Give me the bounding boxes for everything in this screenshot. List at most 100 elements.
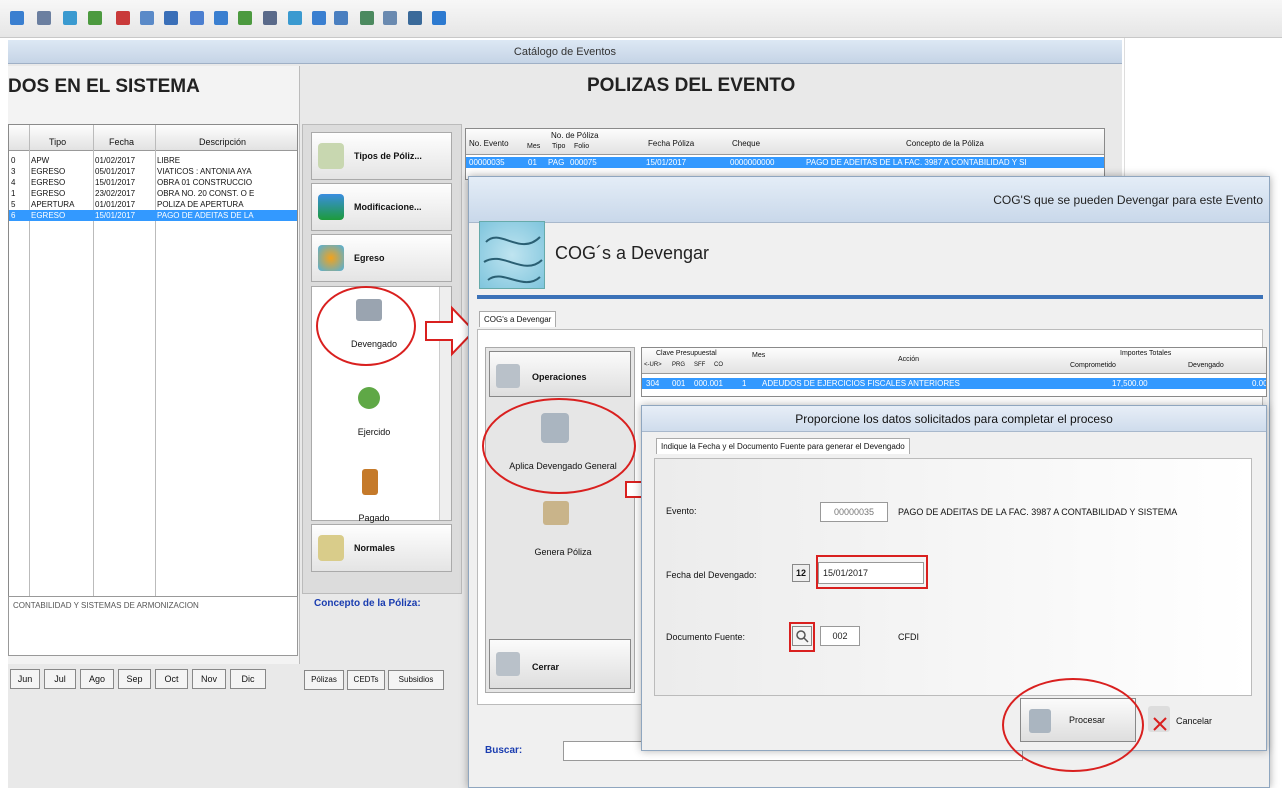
- poliza-row[interactable]: 00000035 01 PAG 000075 15/01/2017 000000…: [466, 157, 1104, 168]
- column-header-descripcion[interactable]: Descripción: [199, 137, 246, 147]
- evento-input[interactable]: [820, 502, 888, 522]
- month-tab-dic[interactable]: Dic: [230, 669, 266, 689]
- month-tab-ago[interactable]: Ago: [80, 669, 114, 689]
- info-icon[interactable]: [432, 11, 446, 25]
- tab-subsidios[interactable]: Subsidios: [388, 670, 444, 690]
- documento-fuente-label: Documento Fuente:: [666, 632, 746, 642]
- col-comprometido[interactable]: Comprometido: [1070, 362, 1116, 369]
- evento-label: Evento:: [666, 506, 697, 516]
- cursor-icon[interactable]: [263, 11, 277, 25]
- edit-icon[interactable]: [190, 11, 204, 25]
- colors-icon: [318, 245, 344, 271]
- list-icon[interactable]: [37, 11, 51, 25]
- event-row[interactable]: 5 APERTURA 01/01/2017 POLIZA DE APERTURA: [9, 199, 297, 210]
- refresh-icon[interactable]: [360, 11, 374, 25]
- col-importes[interactable]: Importes Totales: [1120, 350, 1171, 357]
- landscape-icon: [318, 194, 344, 220]
- leaf-icon[interactable]: [238, 11, 252, 25]
- month-tab-jun[interactable]: Jun: [10, 669, 40, 689]
- cogs-grid: Clave Presupuestal <-UR> PRG SFF CO Mes …: [641, 347, 1267, 397]
- grid-icon[interactable]: [10, 11, 24, 25]
- ejercido-label[interactable]: Ejercido: [312, 427, 436, 437]
- database-icon: [496, 364, 520, 388]
- event-row[interactable]: 3 EGRESO 05/01/2017 VIATICOS : ANTONIA AYA: [9, 166, 297, 177]
- tab-cedts[interactable]: CEDTs: [347, 670, 385, 690]
- modificaciones-button[interactable]: Modificacione...: [311, 183, 452, 231]
- polizas-title: POLIZAS DEL EVENTO: [587, 75, 796, 96]
- col-folio[interactable]: Folio: [574, 143, 589, 150]
- col-mes[interactable]: Mes: [752, 352, 765, 359]
- column-header-fecha[interactable]: Fecha: [109, 137, 134, 147]
- header-divider: [477, 295, 1263, 299]
- col-clave-presupuestal[interactable]: Clave Presupuestal: [656, 350, 717, 357]
- events-panel-title: DOS EN EL SISTEMA: [8, 76, 200, 97]
- bottle-icon[interactable]: [140, 11, 154, 25]
- event-row[interactable]: 6 EGRESO 15/01/2017 PAGO DE ADEITAS DE LA: [9, 210, 297, 221]
- genera-poliza-icon[interactable]: [543, 501, 569, 525]
- cogs-logo: [479, 221, 545, 289]
- fecha-devengado-label: Fecha del Devengado:: [666, 570, 757, 580]
- col-fecha-poliza[interactable]: Fecha Póliza: [648, 139, 694, 148]
- highlight-devengado: [316, 286, 416, 366]
- operaciones-button[interactable]: Operaciones: [489, 351, 631, 397]
- normales-button[interactable]: Normales: [311, 524, 452, 572]
- egreso-button[interactable]: Egreso: [311, 234, 452, 282]
- events-grid-header: Tipo Fecha Descripción: [9, 125, 297, 151]
- document-type: CFDI: [898, 632, 919, 642]
- cerrar-button[interactable]: Cerrar: [489, 639, 631, 689]
- event-description-box: CONTABILIDAD Y SISTEMAS DE ARMONIZACION: [8, 596, 298, 656]
- cogs-dialog-title: COG'S que se pueden Devengar para este E…: [469, 177, 1269, 223]
- col-accion[interactable]: Acción: [898, 356, 919, 363]
- doc2-icon[interactable]: [312, 11, 326, 25]
- col-no-poliza[interactable]: No. de Póliza: [551, 131, 599, 140]
- concepto-label: Concepto de la Póliza:: [314, 598, 421, 609]
- calendar-icon[interactable]: 12: [792, 564, 810, 582]
- cogs-header-label: COG´s a Devengar: [555, 243, 710, 263]
- event-row[interactable]: 0 APW 01/02/2017 LIBRE: [9, 155, 297, 166]
- copy-icon[interactable]: [383, 11, 397, 25]
- month-tab-jul[interactable]: Jul: [44, 669, 76, 689]
- window-title: Catálogo de Eventos: [8, 40, 1122, 64]
- table-icon[interactable]: [408, 11, 422, 25]
- tipos-poliza-button[interactable]: Tipos de Póliz...: [311, 132, 452, 180]
- column-header-tipo[interactable]: Tipo: [49, 137, 66, 147]
- col-mes[interactable]: Mes: [527, 143, 540, 150]
- highlight-aplica-devengado: [482, 398, 636, 494]
- filter-icon[interactable]: [63, 11, 77, 25]
- col-concepto[interactable]: Concepto de la Póliza: [906, 139, 984, 148]
- col-cheque[interactable]: Cheque: [732, 139, 760, 148]
- delete-icon[interactable]: [116, 11, 130, 25]
- buscar-label: Buscar:: [485, 745, 523, 756]
- event-row[interactable]: 1 EGRESO 23/02/2017 OBRA NO. 20 CONST. O E: [9, 188, 297, 199]
- highlight-fecha: [816, 555, 928, 589]
- month-tab-sep[interactable]: Sep: [118, 669, 151, 689]
- tab-fecha-documento[interactable]: Indique la Fecha y el Documento Fuente p…: [656, 438, 910, 454]
- tab-pólizas[interactable]: Pólizas: [304, 670, 344, 690]
- ejercido-icon[interactable]: [358, 387, 380, 409]
- save-icon[interactable]: [164, 11, 178, 25]
- toolbar: [0, 0, 1282, 38]
- month-tab-oct[interactable]: Oct: [155, 669, 188, 689]
- events-grid: Tipo Fecha Descripción 0 APW 01/02/2017 LIB…: [8, 124, 298, 644]
- database-close-icon: [496, 652, 520, 676]
- cancelar-button[interactable]: Cancelar: [1176, 716, 1212, 726]
- evento-description: PAGO DE ADEITAS DE LA FAC. 3987 A CONTAB…: [898, 507, 1178, 517]
- pin-icon[interactable]: [214, 11, 228, 25]
- pagado-label[interactable]: Pagado: [312, 513, 436, 523]
- pagado-icon[interactable]: [362, 469, 378, 495]
- month-tab-nov[interactable]: Nov: [192, 669, 226, 689]
- genera-poliza-button[interactable]: Genera Póliza: [493, 547, 633, 557]
- cog-row[interactable]: 304 001 000.001 1 ADEUDOS DE EJERCICIOS …: [642, 378, 1266, 389]
- highlight-document-search: [789, 622, 815, 652]
- monitor-icon[interactable]: [334, 11, 348, 25]
- doc-icon[interactable]: [288, 11, 302, 25]
- cancel-icon[interactable]: [1148, 706, 1170, 732]
- col-no-evento[interactable]: No. Evento: [469, 139, 509, 148]
- polizas-grid: No. Evento No. de Póliza Mes Tipo Folio …: [465, 128, 1105, 180]
- documento-fuente-input[interactable]: [820, 626, 860, 646]
- col-devengado[interactable]: Devengado: [1188, 362, 1224, 369]
- col-tipo[interactable]: Tipo: [552, 143, 565, 150]
- tab-cogs-devengar[interactable]: COG's a Devengar: [479, 311, 557, 327]
- event-row[interactable]: 4 EGRESO 15/01/2017 OBRA 01 CONSTRUCCIO: [9, 177, 297, 188]
- chart-icon[interactable]: [88, 11, 102, 25]
